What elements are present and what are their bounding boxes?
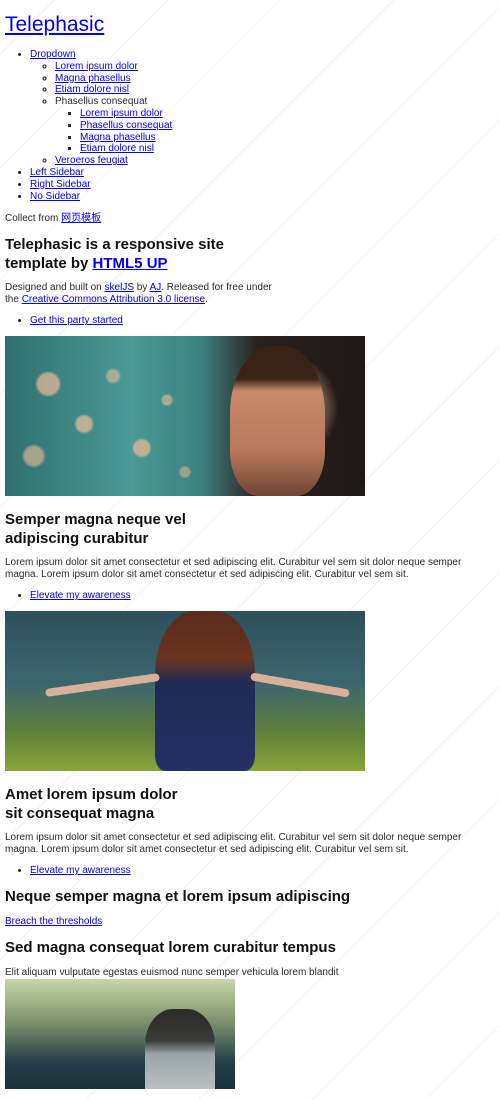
intro-text: Designed and built on xyxy=(5,282,105,294)
dropdown-submenu: Phasellus consequat Lorem ipsum dolor Ph… xyxy=(55,96,495,155)
feature-image-girl[interactable] xyxy=(5,610,365,771)
girl-graphic xyxy=(155,610,255,771)
site-title-link[interactable]: Telephasic xyxy=(5,13,104,36)
section2-actions: Elevate my awareness xyxy=(5,865,495,877)
section2-text: Lorem ipsum dolor sit amet consectetur e… xyxy=(5,831,462,855)
nav-item-left-sidebar: Left Sidebar xyxy=(30,167,495,179)
section1-actions: Elevate my awareness xyxy=(5,590,495,602)
section1-heading: Semper magna neque vel adipiscing curabi… xyxy=(5,511,186,548)
nav-item-right-sidebar: Right Sidebar xyxy=(30,179,495,191)
intro-text: . xyxy=(205,294,208,306)
section4-heading: Sed magna consequat lorem curabitur temp… xyxy=(5,938,336,956)
aj-link[interactable]: AJ xyxy=(150,282,162,293)
nav-item-dropdown: Dropdown Lorem ipsum dolor Magna phasell… xyxy=(30,49,495,167)
license-link[interactable]: Creative Commons Attribution 3.0 license xyxy=(22,294,205,305)
action-item: Elevate my awareness xyxy=(30,590,495,602)
site-title: Telephasic xyxy=(5,12,495,38)
submenu-item: Magna phasellus xyxy=(80,132,495,144)
dropdown-item-link[interactable]: Veroeros feugiat xyxy=(55,155,128,166)
page-content: Telephasic Dropdown Lorem ipsum dolor Ma… xyxy=(5,0,495,1089)
nav-right-sidebar-link[interactable]: Right Sidebar xyxy=(30,179,91,190)
dropdown-item: Lorem ipsum dolor xyxy=(55,61,495,73)
submenu-item: Etiam dolore nisl xyxy=(80,143,495,155)
breach-link[interactable]: Breach the thresholds xyxy=(5,916,102,927)
skeljs-link[interactable]: skelJS xyxy=(105,282,134,293)
nav-no-sidebar-link[interactable]: No Sidebar xyxy=(30,191,80,202)
submenu: Lorem ipsum dolor Phasellus consequat Ma… xyxy=(55,108,495,155)
dropdown-item: Etiam dolore nisl xyxy=(55,84,495,96)
submenu-label: Phasellus consequat xyxy=(55,96,148,108)
submenu-item-link[interactable]: Etiam dolore nisl xyxy=(80,143,154,154)
feature-image-train[interactable] xyxy=(5,978,235,1089)
collect-from: Collect from 网页模板 xyxy=(5,213,495,225)
section4-text: Elit aliquam vulputate egestas euismod n… xyxy=(5,966,339,978)
dropdown-item-link[interactable]: Magna phasellus xyxy=(55,73,131,84)
collect-prefix: Collect from xyxy=(5,213,62,225)
dropdown-item-link[interactable]: Etiam dolore nisl xyxy=(55,84,129,95)
person-graphic xyxy=(145,1008,215,1089)
html5up-link[interactable]: HTML5 UP xyxy=(93,255,168,272)
nav-left-sidebar-link[interactable]: Left Sidebar xyxy=(30,167,84,178)
dropdown-item-link[interactable]: Lorem ipsum dolor xyxy=(55,61,138,72)
elevate-link[interactable]: Elevate my awareness xyxy=(30,590,131,601)
nav-item-no-sidebar: No Sidebar xyxy=(30,191,495,203)
arm-graphic xyxy=(250,672,350,698)
action-item: Elevate my awareness xyxy=(30,865,495,877)
submenu-item-link[interactable]: Phasellus consequat xyxy=(80,120,172,131)
section1-text: Lorem ipsum dolor sit amet consectetur e… xyxy=(5,557,462,581)
intro-text: by xyxy=(133,282,150,294)
face-graphic xyxy=(230,346,325,497)
submenu-item: Lorem ipsum dolor xyxy=(80,108,495,120)
dropdown-menu: Lorem ipsum dolor Magna phasellus Etiam … xyxy=(30,61,495,167)
elevate-link[interactable]: Elevate my awareness xyxy=(30,865,131,876)
intro-heading: Telephasic is a responsive site template… xyxy=(5,235,235,273)
section2-heading: Amet lorem ipsum dolor sit consequat mag… xyxy=(5,785,178,822)
intro-paragraph: Designed and built on skelJS by AJ. Rele… xyxy=(5,282,275,306)
section3-heading: Neque semper magna et lorem ipsum adipis… xyxy=(5,887,351,905)
arm-graphic xyxy=(45,672,160,697)
submenu-item-link[interactable]: Magna phasellus xyxy=(80,132,156,143)
submenu-item: Phasellus consequat xyxy=(80,120,495,132)
main-nav: Dropdown Lorem ipsum dolor Magna phasell… xyxy=(5,49,495,202)
get-started-link[interactable]: Get this party started xyxy=(30,315,123,326)
collect-link[interactable]: 网页模板 xyxy=(61,213,101,224)
dropdown-item: Veroeros feugiat xyxy=(55,155,495,167)
submenu-item-link[interactable]: Lorem ipsum dolor xyxy=(80,108,163,119)
nav-dropdown-link[interactable]: Dropdown xyxy=(30,49,76,60)
dropdown-item: Magna phasellus xyxy=(55,73,495,85)
section3-link-wrap: Breach the thresholds xyxy=(5,916,495,928)
intro-actions: Get this party started xyxy=(5,315,495,327)
action-item: Get this party started xyxy=(30,315,495,327)
feature-image-bubbles[interactable] xyxy=(5,336,365,497)
